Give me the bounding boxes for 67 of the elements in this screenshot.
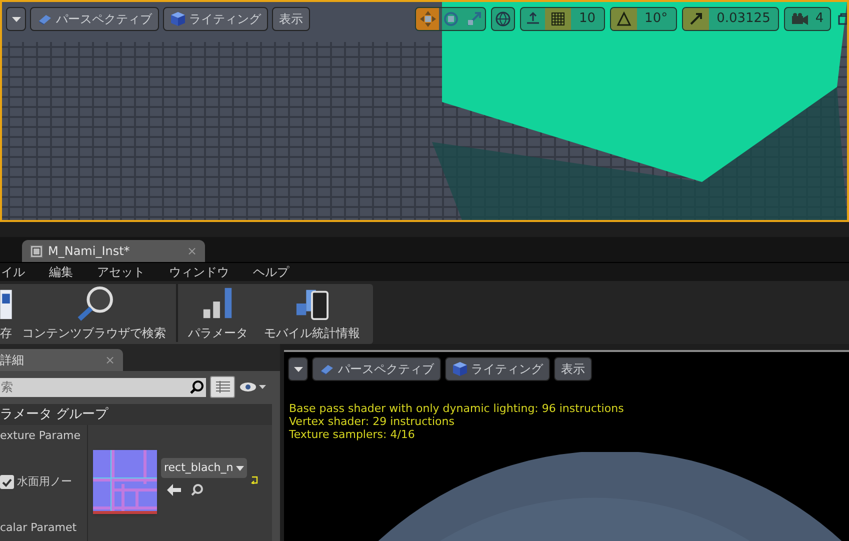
grid-icon xyxy=(550,11,566,27)
surface-snap-icon xyxy=(525,11,541,27)
caret-icon xyxy=(294,366,302,372)
view-button[interactable]: パースペクティブ xyxy=(312,357,441,381)
toolbar-button[interactable]: モバイル統計情報 xyxy=(256,286,368,342)
move-arrows-icon xyxy=(418,10,436,28)
use-selected-button[interactable] xyxy=(167,484,181,496)
camera-icon xyxy=(791,12,810,26)
list-icon xyxy=(216,381,230,393)
menu-item[interactable]: ヘルプ xyxy=(253,263,289,281)
asset-dropdown[interactable]: rect_blach_n xyxy=(161,458,247,478)
dropdown-button[interactable] xyxy=(288,357,308,381)
material-icon xyxy=(30,244,43,258)
scale-icon xyxy=(464,10,482,28)
globe-icon xyxy=(495,11,511,27)
diagonal-arrow-icon xyxy=(688,11,704,27)
caret-icon xyxy=(236,466,244,470)
tab-title: M_Nami_Inst* xyxy=(48,243,131,260)
parameter-label: 水面用ノー xyxy=(17,474,72,490)
reset-arrow-icon xyxy=(251,476,259,484)
view-options-button[interactable] xyxy=(210,376,235,398)
stats-line: Vertex shader: 29 instructions xyxy=(289,415,456,428)
cube-icon xyxy=(452,361,468,377)
transform-tool-button[interactable] xyxy=(416,8,439,30)
maximize-button[interactable] xyxy=(836,11,847,27)
menu-item[interactable]: ウィンドウ xyxy=(169,263,229,281)
browse-button[interactable] xyxy=(191,484,203,496)
angle-icon xyxy=(616,11,632,27)
grid-snap-toggle[interactable] xyxy=(545,8,571,30)
toolbar-button[interactable]: 存 xyxy=(0,286,14,342)
view-button[interactable]: 表示 xyxy=(554,357,592,381)
search-button[interactable] xyxy=(188,378,206,396)
caret-icon xyxy=(259,385,266,389)
view-button[interactable]: ライティング xyxy=(163,7,268,31)
group-header: ラメータ グループ xyxy=(0,404,272,425)
caret-icon xyxy=(12,16,20,22)
visibility-dropdown[interactable] xyxy=(239,382,266,392)
toolbar-button[interactable]: コンテンツブラウザで検索 xyxy=(14,286,174,342)
category-label: exture Parame xyxy=(0,428,81,444)
details-tab[interactable]: 詳細 × xyxy=(0,349,123,371)
restore-window-icon xyxy=(838,13,847,25)
scale-snap-toggle[interactable] xyxy=(682,8,709,30)
stats-line: Texture samplers: 4/16 xyxy=(289,428,416,441)
dropdown-button[interactable] xyxy=(6,7,26,31)
menu-item[interactable]: 編集 xyxy=(49,263,73,281)
normal-map-thumbnail xyxy=(93,450,157,514)
search-field[interactable]: 索 xyxy=(0,378,188,396)
menu-item[interactable]: アセット xyxy=(97,263,145,281)
view-button[interactable]: パースペクティブ xyxy=(30,7,159,31)
search-icon xyxy=(190,380,204,394)
view-button[interactable]: 表示 xyxy=(272,7,310,31)
camera-speed-button[interactable]: 4 xyxy=(785,8,830,30)
toolbar-button[interactable]: パラメータ xyxy=(180,286,256,342)
eye-icon xyxy=(239,382,257,392)
checkbox[interactable] xyxy=(0,475,14,489)
stats-line: Base pass shader with only dynamic lighting: 96 instructions xyxy=(289,402,624,415)
menu-item[interactable]: イル xyxy=(1,263,25,281)
rotation-snap-toggle[interactable] xyxy=(610,8,637,30)
check-icon xyxy=(2,478,12,486)
cube-icon xyxy=(170,11,186,27)
rotate-icon xyxy=(442,10,460,28)
left-arrow-icon xyxy=(167,484,181,496)
view-button[interactable]: ライティング xyxy=(445,357,550,381)
reset-button[interactable] xyxy=(251,476,259,484)
category-label: calar Paramet xyxy=(0,520,77,536)
search-icon xyxy=(191,484,203,496)
editor-tab[interactable]: M_Nami_Inst* × xyxy=(22,240,205,262)
